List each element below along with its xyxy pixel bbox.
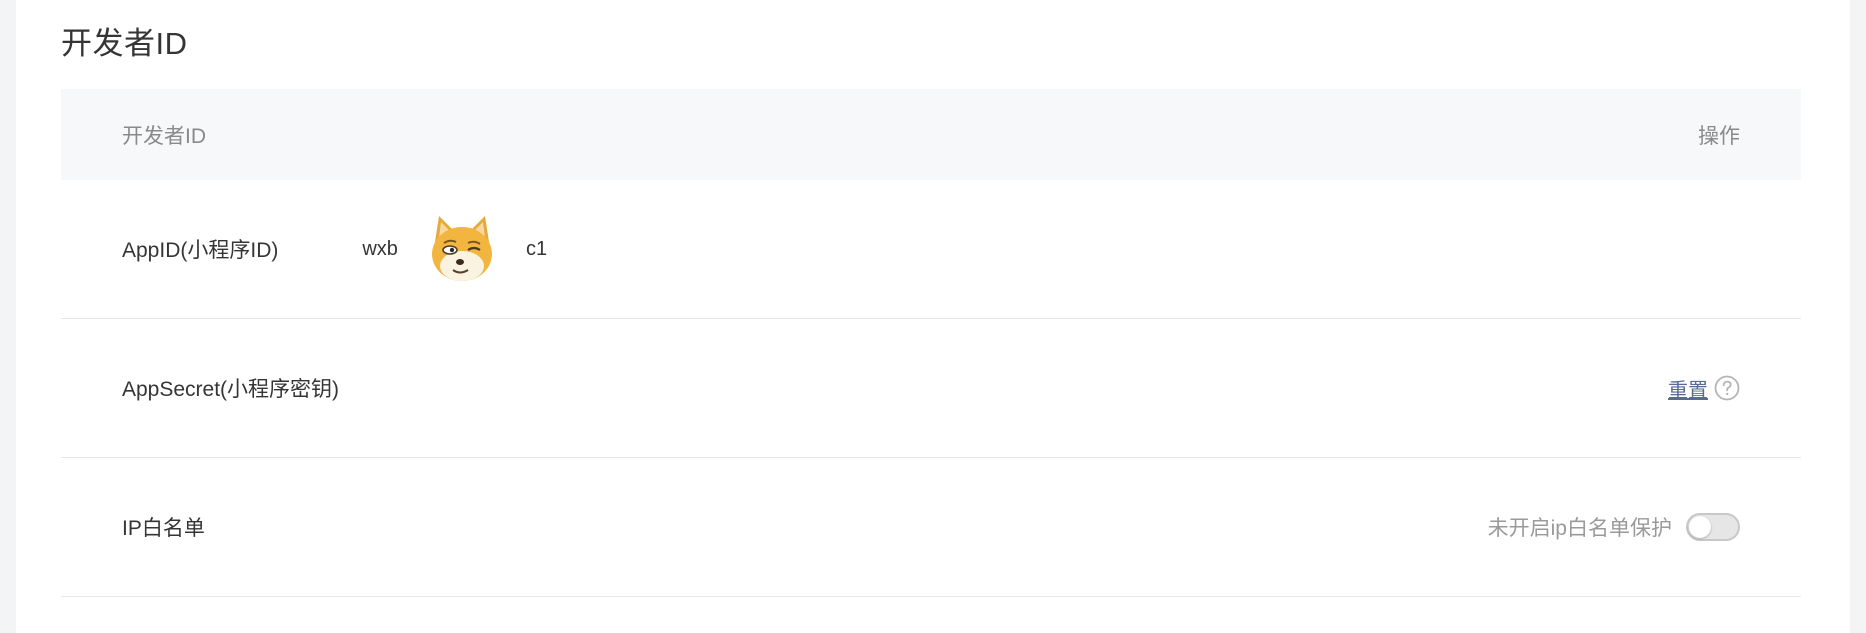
table-row-appid: AppID(小程序ID) wxb c1 <box>61 180 1801 319</box>
developer-id-panel: 开发者ID 开发者ID 操作 AppID(小程序ID) wxb c1 AppSe… <box>16 0 1850 633</box>
developer-id-table: 开发者ID 操作 AppID(小程序ID) wxb c1 AppSecret(小… <box>61 89 1801 597</box>
ip-whitelist-label: IP白名单 <box>122 517 205 540</box>
appid-value: wxb c1 <box>362 193 547 305</box>
appsecret-label: AppSecret(小程序密钥) <box>122 378 340 401</box>
reset-appsecret-link[interactable]: 重置 <box>1668 374 1708 403</box>
ip-whitelist-toggle[interactable] <box>1686 513 1740 541</box>
question-circle-icon[interactable] <box>1714 375 1740 401</box>
toggle-knob <box>1689 516 1711 538</box>
ip-whitelist-status: 未开启ip白名单保护 <box>1487 517 1672 540</box>
table-row-ip-whitelist: IP白名单 未开启ip白名单保护 <box>61 458 1801 597</box>
header-developer-id: 开发者ID <box>122 124 206 148</box>
appid-value-prefix: wxb <box>362 237 398 260</box>
appid-label: AppID(小程序ID) <box>122 239 279 262</box>
section-title: 开发者ID <box>61 26 188 61</box>
table-header: 开发者ID 操作 <box>61 89 1801 180</box>
header-action: 操作 <box>1698 124 1740 148</box>
table-row-appsecret: AppSecret(小程序密钥) 重置 <box>61 319 1801 458</box>
doge-face-icon <box>406 193 518 305</box>
appid-value-suffix: c1 <box>525 237 548 260</box>
